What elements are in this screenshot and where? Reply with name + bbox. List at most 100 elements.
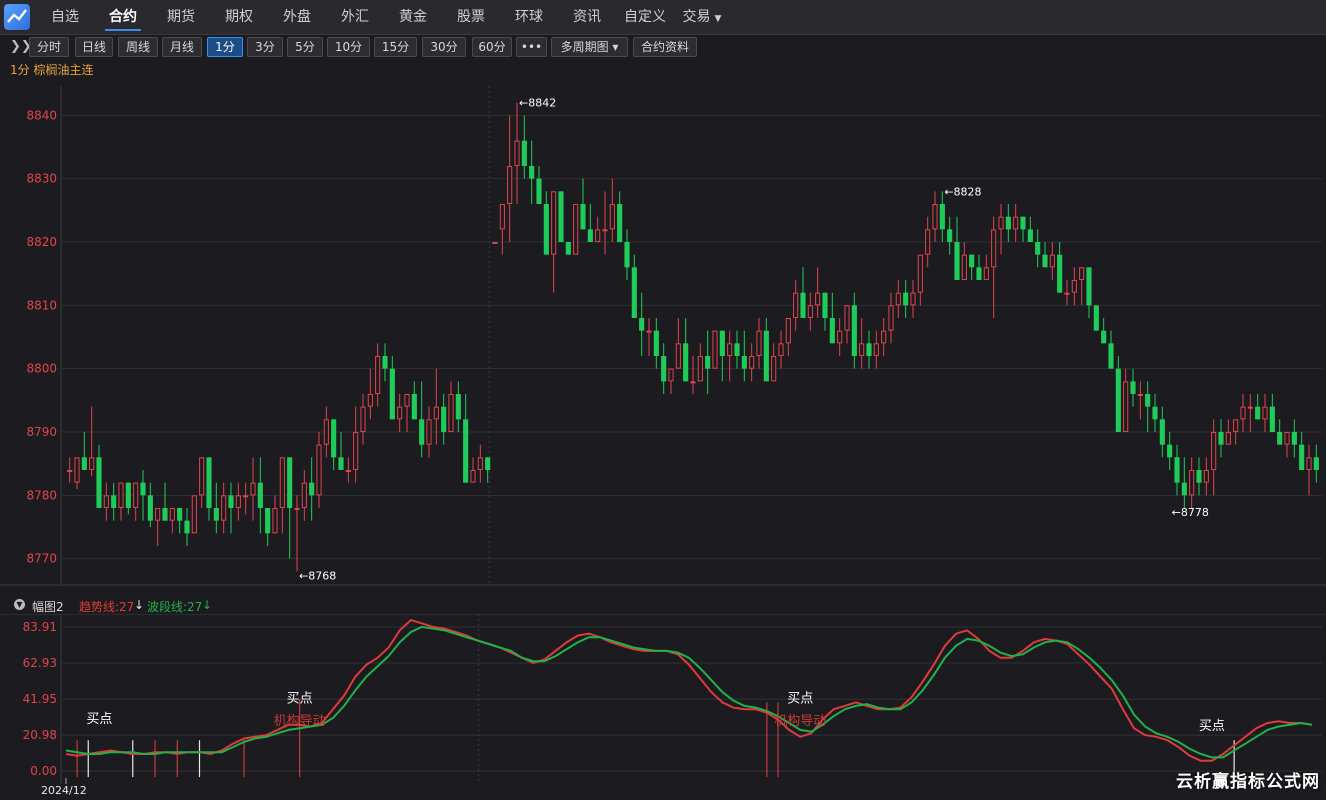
period-button-7[interactable]: 10分 — [327, 37, 370, 57]
candle-body — [221, 495, 227, 521]
candle-body — [191, 495, 197, 534]
candle-body — [1049, 254, 1055, 268]
dropdown-caret-icon: ▼ — [714, 14, 722, 24]
indicator-y-tick: 0.00 — [30, 764, 57, 778]
candle-body — [895, 292, 901, 306]
candle-body — [1020, 216, 1026, 230]
price-annotation: ←8842 — [519, 97, 556, 110]
candle-body — [844, 305, 850, 331]
candle-body — [1313, 457, 1319, 470]
y-tick-label: 8830 — [26, 172, 57, 186]
period-button-10[interactable]: 60分 — [472, 37, 512, 57]
nav-item-11[interactable]: 交易 ▼ — [674, 0, 730, 34]
period-button-0[interactable]: 分时 — [29, 37, 69, 57]
period-button-8[interactable]: 15分 — [374, 37, 417, 57]
candle-body — [1240, 406, 1246, 420]
candle-body — [565, 242, 571, 255]
nav-item-4[interactable]: 外盘 — [268, 0, 326, 34]
nav-item-7[interactable]: 股票 — [442, 0, 500, 34]
period-button-11[interactable]: ••• — [516, 37, 547, 57]
candle-body — [543, 204, 549, 255]
chart-bg — [0, 86, 1326, 586]
candle-body — [1027, 229, 1033, 242]
candle-body — [133, 482, 139, 508]
candle-body — [976, 267, 982, 280]
panel-toggle-icon[interactable]: ▼ — [14, 599, 25, 610]
candle-body — [690, 381, 696, 384]
candle-body — [1262, 406, 1268, 420]
nav-item-5[interactable]: 外汇 — [326, 0, 384, 34]
nav-item-2[interactable]: 期货 — [152, 0, 210, 34]
candle-body — [712, 330, 718, 369]
candle-body — [1108, 343, 1114, 369]
candle-body — [1299, 444, 1305, 470]
candle-body — [1079, 267, 1085, 280]
candle-body — [947, 229, 953, 242]
candle-body — [675, 343, 681, 369]
candle-body — [74, 457, 80, 483]
candle-body — [1269, 406, 1275, 432]
candle-body — [991, 229, 997, 268]
candle-body — [1137, 394, 1143, 396]
candle-body — [910, 292, 916, 306]
candle-body — [573, 204, 579, 255]
candle-body — [1247, 406, 1253, 409]
period-button-5[interactable]: 3分 — [247, 37, 283, 57]
nav-item-label: 合约 — [109, 9, 137, 25]
candle-body — [477, 457, 483, 471]
candle — [573, 204, 579, 255]
nav-item-1[interactable]: 合约 — [94, 0, 152, 34]
candlestick-chart[interactable]: 8770 8780 8790 8800 8810 8820 8830 8840 ←8842 ←88… — [0, 86, 1326, 586]
nav-item-label: 自选 — [51, 9, 79, 25]
wave-arrow-icon: ↓ — [202, 598, 213, 612]
candle-body — [917, 254, 923, 293]
candle-body — [807, 305, 813, 318]
candle-body — [404, 394, 410, 407]
candle-body — [199, 457, 205, 496]
candlestick-panel[interactable]: 8770 8780 8790 8800 8810 8820 8830 8840 ←8842 ←88… — [0, 86, 1326, 586]
candle-body — [294, 508, 300, 510]
buy-point-label: 买点 — [787, 691, 813, 706]
candle-body — [536, 178, 542, 204]
period-button-1[interactable]: 日线 — [75, 37, 113, 57]
nav-item-3[interactable]: 期权 — [210, 0, 268, 34]
buy-point-label: 买点 — [86, 712, 112, 727]
app-logo-icon[interactable] — [4, 4, 30, 30]
indicator-y-tick: 41.95 — [23, 692, 57, 706]
nav-item-0[interactable]: 自选 — [36, 0, 94, 34]
institution-label: 机构导动 — [774, 714, 826, 729]
nav-item-9[interactable]: 资讯 — [558, 0, 616, 34]
candle-body — [954, 242, 960, 280]
indicator-chart[interactable]: 0.0020.9841.9562.9383.91买点买点机构导动买点机构导动 买点… — [0, 613, 1326, 797]
candle-body — [587, 229, 593, 242]
candle-body — [1064, 292, 1070, 295]
period-button-6[interactable]: 5分 — [287, 37, 323, 57]
candle-body — [595, 229, 601, 242]
period-button-2[interactable]: 周线 — [118, 37, 158, 57]
nav-item-10[interactable]: 自定义 — [616, 0, 674, 34]
candle-body — [617, 204, 623, 242]
period-button-12[interactable]: 多周期图 ▾ — [551, 37, 628, 57]
indicator-panel[interactable]: 0.00 20.98 41.95 62.93 83.91 买点 买点 机构导动 买点 机构导动 买点… — [0, 613, 1326, 797]
period-button-4[interactable]: 1分 — [207, 37, 243, 57]
candle-body — [345, 470, 351, 472]
nav-item-8[interactable]: 环球 — [500, 0, 558, 34]
y-tick-label: 8780 — [26, 488, 57, 502]
nav-item-6[interactable]: 黄金 — [384, 0, 442, 34]
candle-body — [1167, 444, 1173, 458]
candle-body — [96, 457, 102, 508]
candle-body — [243, 495, 249, 498]
candle-body — [353, 432, 359, 470]
nav-item-label: 期权 — [225, 9, 253, 25]
candle-body — [734, 343, 740, 356]
period-button-9[interactable]: 30分 — [422, 37, 466, 57]
period-button-13[interactable]: 合约资料 — [633, 37, 697, 57]
candle-body — [397, 406, 403, 420]
period-button-3[interactable]: 月线 — [162, 37, 202, 57]
y-tick-label: 8800 — [26, 362, 57, 376]
candle-body — [265, 508, 271, 534]
candle-body — [507, 166, 513, 204]
candle-body — [499, 204, 505, 230]
price-annotation: ←8768 — [299, 569, 336, 582]
candle-body — [140, 482, 146, 496]
